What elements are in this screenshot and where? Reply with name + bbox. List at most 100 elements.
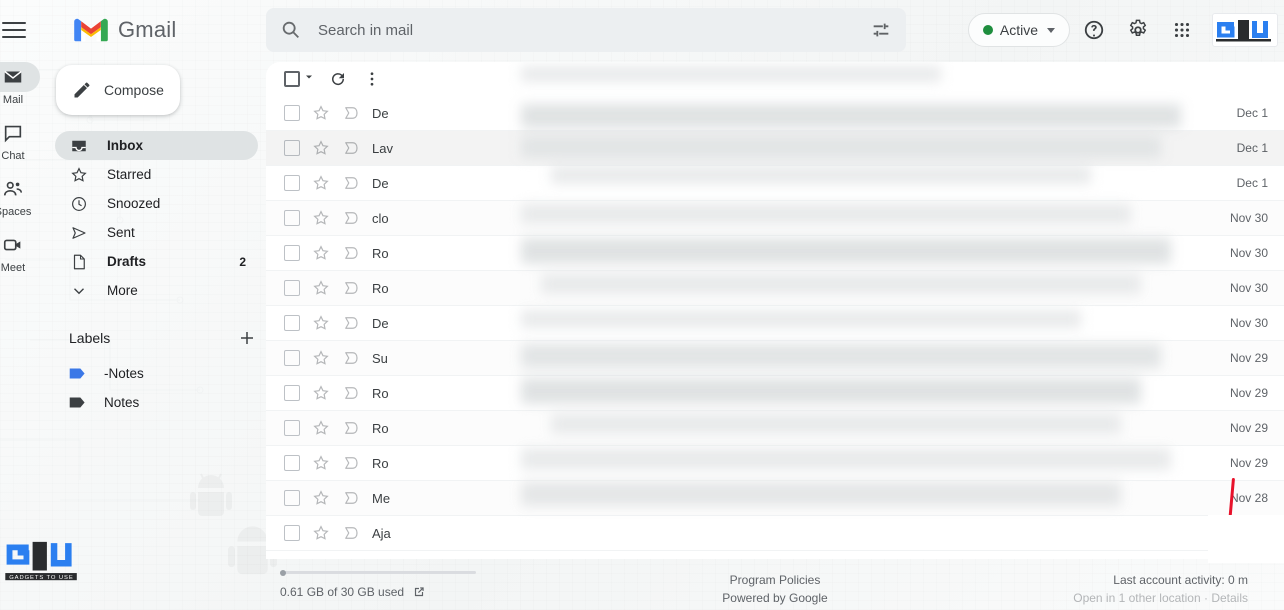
important-marker-icon[interactable] — [342, 349, 360, 367]
mail-list-pane: De Dec 1 Lav Dec 1 De Dec 1 clo Nov 30 Ro Nov 30 R… — [266, 62, 1284, 559]
sidebar-item-snoozed[interactable]: Snoozed — [55, 189, 258, 218]
row-checkbox[interactable] — [284, 525, 300, 541]
sidebar-item-inbox[interactable]: Inbox — [55, 131, 258, 160]
important-marker-icon[interactable] — [342, 314, 360, 332]
table-row[interactable]: Ro Nov 29 — [266, 446, 1284, 481]
star-outline-icon[interactable] — [312, 349, 330, 367]
send-paper-plane-icon — [69, 223, 89, 243]
important-marker-icon[interactable] — [342, 244, 360, 262]
tune-options-icon[interactable] — [870, 19, 892, 41]
sidebar-item-more[interactable]: More — [55, 276, 258, 305]
row-checkbox[interactable] — [284, 315, 300, 331]
settings-button[interactable] — [1118, 10, 1158, 50]
sidebar-item-drafts[interactable]: Drafts 2 — [55, 247, 258, 276]
table-row[interactable]: De Dec 1 — [266, 166, 1284, 201]
important-marker-icon[interactable] — [342, 419, 360, 437]
sidebar-label-item-notes[interactable]: Notes — [55, 388, 258, 417]
row-checkbox[interactable] — [284, 490, 300, 506]
important-marker-icon[interactable] — [342, 454, 360, 472]
important-marker-icon[interactable] — [342, 489, 360, 507]
row-checkbox[interactable] — [284, 175, 300, 191]
rail-item-spaces[interactable]: Spaces — [0, 174, 41, 218]
rail-label-spaces: Spaces — [0, 206, 32, 218]
star-outline-icon[interactable] — [312, 209, 330, 227]
table-row[interactable]: Ro Nov 30 — [266, 236, 1284, 271]
star-outline-icon[interactable] — [312, 489, 330, 507]
star-outline-icon[interactable] — [312, 279, 330, 297]
important-marker-icon[interactable] — [342, 104, 360, 122]
row-checkbox[interactable] — [284, 245, 300, 261]
row-sender: Ro — [372, 455, 389, 471]
footer: 0.61 GB of 30 GB used Program Policies P… — [266, 559, 1284, 610]
table-row[interactable]: Su Nov 29 — [266, 341, 1284, 376]
more-options-button[interactable] — [357, 64, 387, 94]
important-marker-icon[interactable] — [342, 279, 360, 297]
star-outline-icon[interactable] — [312, 104, 330, 122]
table-row[interactable]: Ro Nov 29 — [266, 376, 1284, 411]
star-outline-icon[interactable] — [312, 384, 330, 402]
status-badge[interactable]: Active — [967, 13, 1070, 47]
important-marker-icon[interactable] — [342, 384, 360, 402]
star-outline-icon[interactable] — [312, 244, 330, 262]
row-checkbox[interactable] — [284, 105, 300, 121]
select-all-checkbox[interactable] — [280, 68, 319, 90]
chevron-down-icon — [1047, 27, 1055, 33]
table-row[interactable]: De Dec 1 — [266, 96, 1284, 131]
plus-icon[interactable] — [236, 327, 258, 349]
sidebar-item-starred[interactable]: Starred — [55, 160, 258, 189]
table-row[interactable]: Ro Nov 29 — [266, 411, 1284, 446]
star-outline-icon[interactable] — [312, 174, 330, 192]
sidebar-label-sent: Sent — [107, 225, 135, 240]
clock-icon — [69, 194, 89, 214]
program-policies-link[interactable]: Program Policies — [730, 573, 821, 587]
row-subject-redacted — [427, 376, 1212, 411]
other-location-label[interactable]: Open in 1 other location · Details — [1073, 591, 1248, 605]
row-checkbox[interactable] — [284, 385, 300, 401]
rail-item-chat[interactable]: Chat — [0, 118, 41, 162]
apps-button[interactable] — [1162, 10, 1202, 50]
star-outline-icon[interactable] — [312, 454, 330, 472]
row-checkbox[interactable] — [284, 420, 300, 436]
labels-header: Labels — [69, 323, 258, 353]
star-outline-icon[interactable] — [312, 314, 330, 332]
draft-document-icon — [69, 252, 89, 272]
help-button[interactable] — [1074, 10, 1114, 50]
brand: Gmail — [72, 16, 176, 44]
row-subject-redacted — [427, 96, 1212, 131]
row-checkbox[interactable] — [284, 280, 300, 296]
row-subject-redacted — [427, 306, 1212, 341]
hamburger-icon[interactable] — [2, 17, 28, 43]
top-header: Gmail Active — [0, 0, 1284, 60]
rail-item-meet[interactable]: Meet — [0, 230, 41, 274]
row-date: Nov 30 — [1229, 211, 1268, 225]
row-date: Nov 30 — [1229, 246, 1268, 260]
table-row[interactable]: clo Nov 30 — [266, 201, 1284, 236]
search-bar[interactable] — [266, 8, 906, 52]
row-checkbox[interactable] — [284, 210, 300, 226]
table-row[interactable]: Me Nov 28 — [266, 481, 1284, 516]
inbox-tray-icon — [69, 136, 89, 156]
star-outline-icon[interactable] — [312, 524, 330, 542]
row-checkbox[interactable] — [284, 350, 300, 366]
star-outline-icon[interactable] — [312, 419, 330, 437]
compose-label: Compose — [104, 82, 164, 98]
sidebar-item-sent[interactable]: Sent — [55, 218, 258, 247]
sidebar-label-item-notes-dash[interactable]: -Notes — [55, 359, 258, 388]
sidebar-nav: Inbox Starred Snoozed Sent Drafts 2 More — [44, 131, 266, 305]
table-row[interactable]: De Nov 30 — [266, 306, 1284, 341]
search-input[interactable] — [318, 21, 870, 39]
rail-item-mail[interactable]: Mail — [0, 62, 41, 106]
row-date: Nov 30 — [1229, 281, 1268, 295]
checkbox-icon — [284, 71, 300, 87]
important-marker-icon[interactable] — [342, 209, 360, 227]
important-marker-icon[interactable] — [342, 524, 360, 542]
refresh-button[interactable] — [323, 64, 353, 94]
row-checkbox[interactable] — [284, 455, 300, 471]
table-row[interactable]: Ro Nov 30 — [266, 271, 1284, 306]
table-row[interactable]: Lav Dec 1 — [266, 131, 1284, 166]
gadgets-to-use-logo — [1212, 13, 1278, 47]
rail-label-chat: Chat — [1, 150, 25, 162]
table-row[interactable]: Aja — [266, 516, 1284, 551]
important-marker-icon[interactable] — [342, 174, 360, 192]
compose-button[interactable]: Compose — [56, 65, 180, 115]
